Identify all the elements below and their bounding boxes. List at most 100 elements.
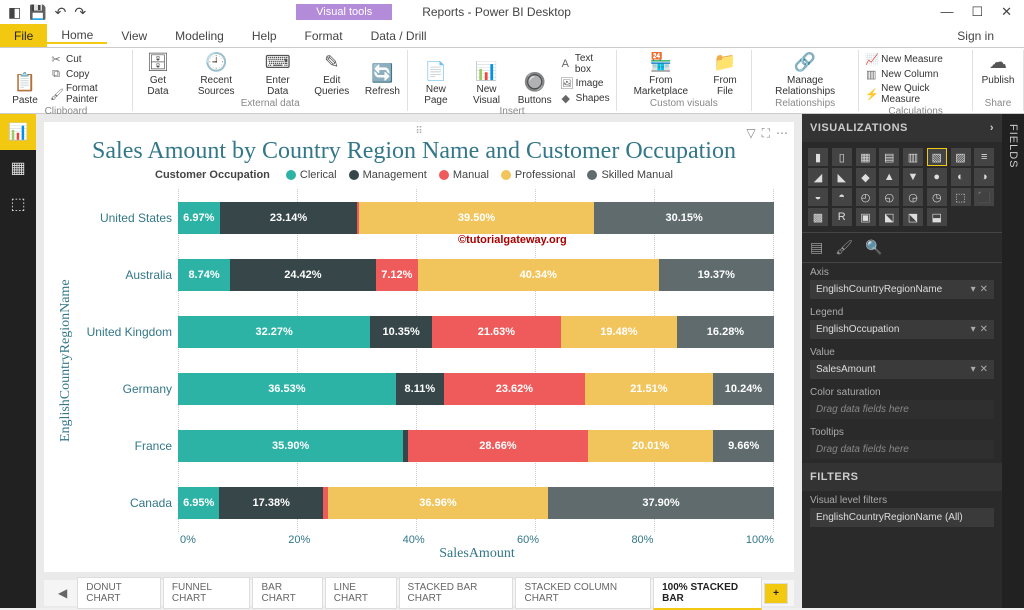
bar-row[interactable]: 6.95%17.38%36.96%37.90% bbox=[178, 487, 774, 519]
bar-segment[interactable]: 16.28% bbox=[677, 316, 774, 348]
cut-button[interactable]: ✂Cut bbox=[50, 52, 126, 67]
page-tab[interactable]: LINE CHART bbox=[325, 577, 397, 609]
bar-row[interactable]: 32.27%10.35%21.63%19.48%16.28% bbox=[178, 316, 774, 348]
tab-modeling[interactable]: Modeling bbox=[161, 29, 238, 43]
bar-segment[interactable]: 32.27% bbox=[178, 316, 370, 348]
bar-segment[interactable]: 6.95% bbox=[178, 487, 219, 519]
filter-pill[interactable]: EnglishCountryRegionName (All) bbox=[810, 508, 994, 527]
viz-type-icon[interactable]: ◵ bbox=[879, 188, 899, 206]
bar-segment[interactable]: 30.15% bbox=[594, 202, 774, 234]
viz-type-icon[interactable]: ◣ bbox=[832, 168, 852, 186]
signin-link[interactable]: Sign in bbox=[957, 29, 1024, 43]
tab-view[interactable]: View bbox=[107, 29, 161, 43]
maximize-icon[interactable]: ☐ bbox=[971, 4, 983, 20]
filters-header[interactable]: FILTERS bbox=[802, 463, 1002, 491]
bar-segment[interactable]: 36.53% bbox=[178, 373, 396, 405]
data-view-icon[interactable]: ▦ bbox=[0, 150, 36, 186]
page-tab[interactable]: BAR CHART bbox=[252, 577, 322, 609]
page-tab[interactable]: 100% STACKED BAR bbox=[653, 577, 762, 610]
viz-type-icon[interactable]: ⬛ bbox=[974, 188, 994, 206]
viz-type-icon[interactable]: ▲ bbox=[879, 168, 899, 186]
page-tab[interactable]: STACKED COLUMN CHART bbox=[515, 577, 651, 609]
viz-type-icon[interactable]: ⬓ bbox=[927, 208, 947, 226]
manage-relationships-button[interactable]: 🔗Manage Relationships bbox=[758, 52, 852, 97]
chevron-down-icon[interactable]: ▾ bbox=[971, 284, 976, 295]
page-tab[interactable]: DONUT CHART bbox=[77, 577, 161, 609]
shapes-button[interactable]: ◆Shapes bbox=[560, 91, 610, 106]
buttons-button[interactable]: 🔘Buttons bbox=[516, 52, 554, 106]
filter-icon[interactable]: ▽ bbox=[746, 126, 755, 141]
copy-button[interactable]: ⧉Copy bbox=[50, 67, 126, 82]
powerbi-icon[interactable]: ◧ bbox=[8, 4, 21, 21]
page-tab[interactable]: FUNNEL CHART bbox=[163, 577, 251, 609]
bar-segment[interactable]: 8.11% bbox=[396, 373, 444, 405]
viz-type-icon[interactable]: ◑ bbox=[974, 168, 994, 186]
viz-type-icon[interactable]: ▨ bbox=[951, 148, 971, 166]
legend-field-pill[interactable]: EnglishOccupation▾✕ bbox=[810, 320, 994, 339]
bar-segment[interactable]: 21.63% bbox=[432, 316, 561, 348]
viz-type-icon[interactable]: ◶ bbox=[903, 188, 923, 206]
fields-pane-collapsed[interactable]: FIELDS bbox=[1002, 114, 1024, 608]
bar-row[interactable]: 6.97%23.14%39.50%30.15% bbox=[178, 202, 774, 234]
minimize-icon[interactable]: — bbox=[940, 4, 953, 20]
bar-row[interactable]: 35.90%28.66%20.01%9.66% bbox=[178, 430, 774, 462]
tab-format[interactable]: Format bbox=[291, 29, 357, 43]
textbox-button[interactable]: AText box bbox=[560, 52, 610, 76]
new-page-button[interactable]: 📄New Page bbox=[414, 52, 457, 106]
value-field-pill[interactable]: SalesAmount▾✕ bbox=[810, 360, 994, 379]
legend-item-clerical[interactable]: Clerical bbox=[286, 169, 337, 181]
bar-segment[interactable]: 21.51% bbox=[585, 373, 713, 405]
enter-data-button[interactable]: ⌨Enter Data bbox=[255, 52, 300, 97]
viz-type-icon[interactable]: ◓ bbox=[832, 188, 852, 206]
chart-visual[interactable]: ⠿ ▽ ⛶ ⋯ Sales Amount by Country Region N… bbox=[44, 122, 794, 572]
viz-type-icon[interactable]: ⬔ bbox=[903, 208, 923, 226]
tab-help[interactable]: Help bbox=[238, 29, 291, 43]
undo-icon[interactable]: ↶ bbox=[55, 4, 67, 21]
tab-scroll-left[interactable]: ◀ bbox=[50, 582, 75, 604]
bar-segment[interactable]: 37.90% bbox=[548, 487, 774, 519]
from-file-button[interactable]: 📁From File bbox=[705, 52, 745, 97]
bar-segment[interactable]: 35.90% bbox=[178, 430, 403, 462]
remove-icon[interactable]: ✕ bbox=[980, 324, 988, 335]
bar-segment[interactable]: 8.74% bbox=[178, 259, 230, 291]
model-view-icon[interactable]: ⬚ bbox=[0, 186, 36, 222]
bar-segment[interactable]: 24.42% bbox=[230, 259, 376, 291]
viz-type-icon[interactable]: ▼ bbox=[903, 168, 923, 186]
close-icon[interactable]: ✕ bbox=[1001, 4, 1012, 20]
bar-segment[interactable]: 36.96% bbox=[328, 487, 548, 519]
bar-segment[interactable]: 10.35% bbox=[370, 316, 432, 348]
new-visual-button[interactable]: 📊New Visual bbox=[463, 52, 509, 106]
remove-icon[interactable]: ✕ bbox=[980, 364, 988, 375]
bar-segment[interactable]: 17.38% bbox=[219, 487, 323, 519]
new-measure-button[interactable]: 📈New Measure bbox=[865, 52, 966, 67]
visualizations-header[interactable]: VISUALIZATIONS› bbox=[802, 114, 1002, 142]
viz-type-icon[interactable]: ▥ bbox=[903, 148, 923, 166]
viz-type-icon[interactable]: R bbox=[832, 208, 852, 226]
chevron-down-icon[interactable]: ▾ bbox=[971, 364, 976, 375]
viz-type-icon[interactable]: ⬚ bbox=[951, 188, 971, 206]
tab-datadrill[interactable]: Data / Drill bbox=[357, 29, 441, 43]
format-tab-icon[interactable]: 🖌 bbox=[835, 239, 853, 256]
bar-row[interactable]: 8.74%24.42%7.12%40.34%19.37% bbox=[178, 259, 774, 291]
legend-item-management[interactable]: Management bbox=[349, 169, 427, 181]
bar-segment[interactable]: 19.48% bbox=[561, 316, 677, 348]
bar-segment[interactable]: 23.14% bbox=[220, 202, 358, 234]
viz-type-icon[interactable]: ▮ bbox=[808, 148, 828, 166]
viz-type-icon[interactable]: ▣ bbox=[856, 208, 876, 226]
viz-type-icon[interactable]: ▯ bbox=[832, 148, 852, 166]
get-data-button[interactable]: 🗄Get Data bbox=[139, 52, 177, 97]
more-icon[interactable]: ⋯ bbox=[776, 126, 788, 141]
viz-type-icon[interactable]: ◴ bbox=[856, 188, 876, 206]
new-column-button[interactable]: ▥New Column bbox=[865, 67, 966, 82]
viz-type-icon[interactable]: ▧ bbox=[927, 148, 947, 166]
image-button[interactable]: 🖼Image bbox=[560, 76, 610, 91]
legend-item-skilled[interactable]: Skilled Manual bbox=[587, 169, 673, 181]
tooltips-drop[interactable]: Drag data fields here bbox=[810, 440, 994, 459]
fields-tab-icon[interactable]: ▤ bbox=[810, 239, 823, 256]
viz-type-icon[interactable]: ◆ bbox=[856, 168, 876, 186]
chevron-down-icon[interactable]: ▾ bbox=[971, 324, 976, 335]
analytics-tab-icon[interactable]: 🔍 bbox=[865, 239, 882, 256]
viz-type-icon[interactable]: ◒ bbox=[808, 188, 828, 206]
viz-type-icon[interactable]: ▦ bbox=[856, 148, 876, 166]
redo-icon[interactable]: ↷ bbox=[74, 4, 86, 21]
